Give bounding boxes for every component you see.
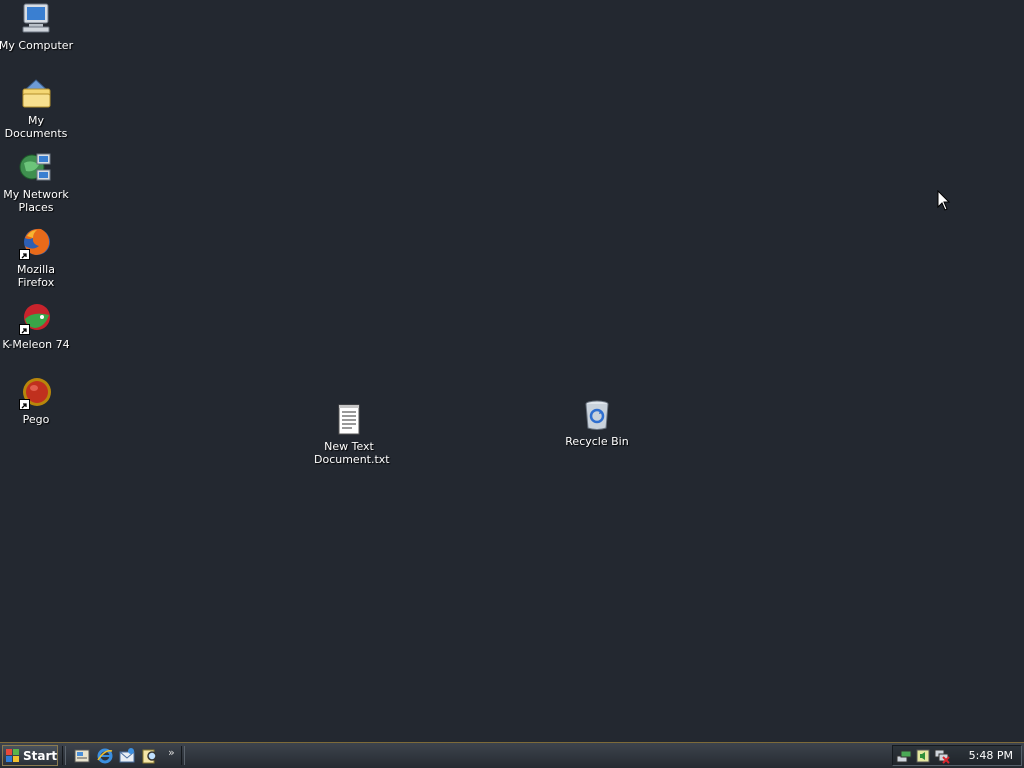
windows-logo-icon bbox=[6, 748, 20, 763]
desktop-icon-label: K-Meleon 74 bbox=[2, 338, 70, 351]
speaker-icon[interactable] bbox=[915, 748, 931, 764]
desktop-icon-label: Mozilla Firefox bbox=[17, 263, 55, 289]
quick-launch-overflow[interactable]: » bbox=[168, 746, 175, 759]
firefox-icon bbox=[19, 226, 53, 260]
start-label: Start bbox=[23, 748, 58, 763]
clock[interactable]: 5:48 PM bbox=[969, 749, 1013, 762]
shortcut-arrow-icon bbox=[19, 399, 30, 410]
desktop-icon-firefox[interactable]: Mozilla Firefox bbox=[0, 226, 74, 289]
taskbar-separator bbox=[62, 746, 66, 765]
pego-icon bbox=[19, 376, 53, 410]
desktop-icon-my-computer[interactable]: My Computer bbox=[0, 2, 74, 52]
text-document-icon bbox=[332, 403, 366, 437]
system-tray: 5:48 PM bbox=[892, 745, 1022, 766]
network-disconnected-icon[interactable] bbox=[934, 748, 950, 764]
search-icon[interactable] bbox=[141, 747, 159, 765]
desktop-icon-new-text-document[interactable]: New Text Document.txt bbox=[311, 403, 390, 466]
desktop-icon-label: My Computer bbox=[0, 39, 74, 52]
desktop-icon-label: Pego bbox=[22, 413, 50, 426]
desktop-icon-label: My Documents bbox=[4, 114, 68, 140]
my-documents-icon bbox=[19, 77, 53, 111]
kmeleon-icon bbox=[19, 301, 53, 335]
outlook-express-icon[interactable] bbox=[118, 747, 136, 765]
internet-explorer-icon[interactable] bbox=[96, 747, 114, 765]
network-places-icon bbox=[19, 151, 53, 185]
desktop-icon-my-documents[interactable]: My Documents bbox=[0, 77, 74, 140]
desktop-icon-pego[interactable]: Pego bbox=[0, 376, 74, 426]
network-icon[interactable] bbox=[896, 748, 912, 764]
show-desktop-icon[interactable] bbox=[73, 747, 91, 765]
desktop-icon-recycle-bin[interactable]: Recycle Bin bbox=[559, 398, 635, 448]
shortcut-arrow-icon bbox=[19, 324, 30, 335]
shortcut-arrow-icon bbox=[19, 249, 30, 260]
mouse-cursor-icon bbox=[937, 190, 951, 211]
desktop-icon-kmeleon[interactable]: K-Meleon 74 bbox=[0, 301, 74, 351]
start-button[interactable]: Start bbox=[2, 745, 58, 766]
desktop: My Computer My Documents My Network Plac… bbox=[0, 0, 1024, 742]
recycle-bin-icon bbox=[580, 398, 614, 432]
desktop-icon-label: Recycle Bin bbox=[565, 435, 629, 448]
taskbar: Start » 5:48 PM bbox=[0, 742, 1024, 768]
desktop-icon-network-places[interactable]: My Network Places bbox=[0, 151, 74, 214]
desktop-icon-label: My Network Places bbox=[3, 188, 69, 214]
taskbar-separator bbox=[181, 746, 185, 765]
my-computer-icon bbox=[19, 2, 53, 36]
desktop-icon-label: New Text Document.txt bbox=[314, 440, 390, 466]
